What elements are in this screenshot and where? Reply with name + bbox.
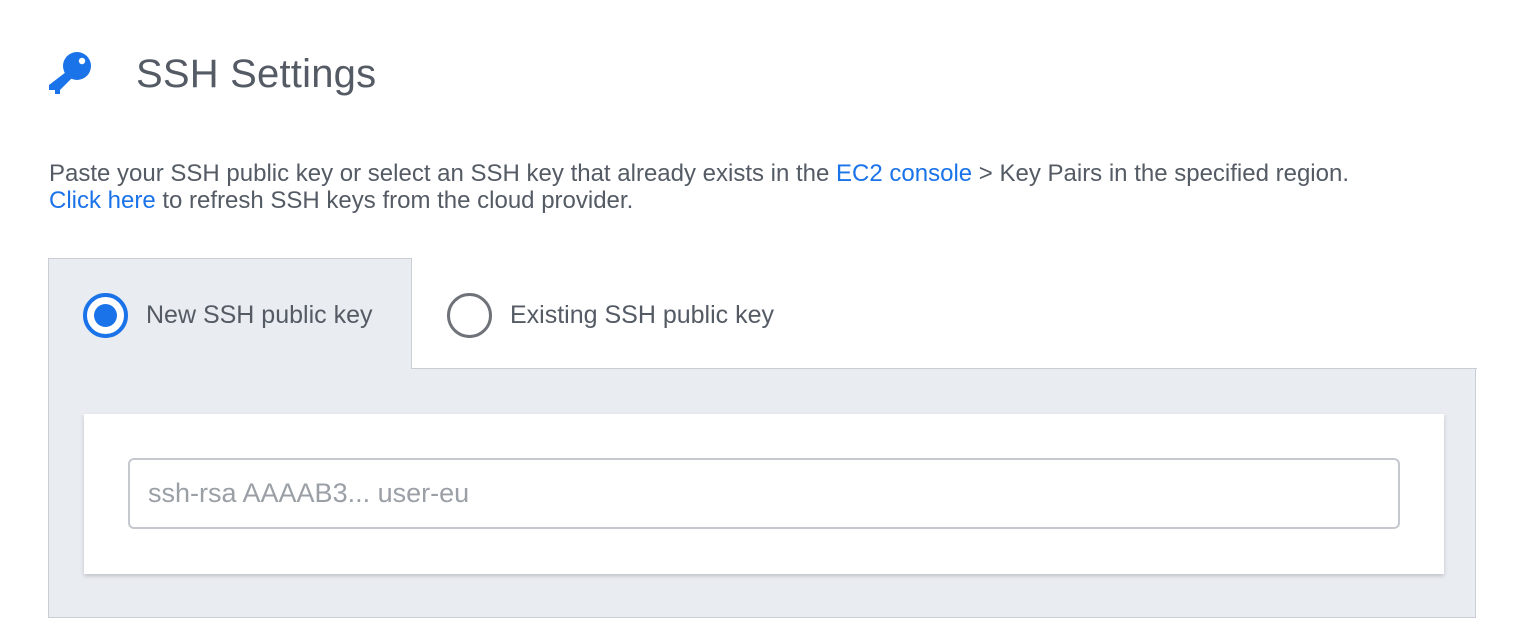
existing-ssh-key-radio[interactable] xyxy=(447,293,492,338)
ssh-key-card xyxy=(84,414,1444,574)
ec2-console-link[interactable]: EC2 console xyxy=(836,160,972,187)
page-header: SSH Settings xyxy=(46,48,376,100)
key-icon xyxy=(49,52,91,94)
new-ssh-key-option[interactable]: New SSH public key xyxy=(83,293,372,338)
divider xyxy=(411,368,1477,369)
ssh-description: Paste your SSH public key or select an S… xyxy=(49,160,1489,214)
new-ssh-key-radio[interactable] xyxy=(83,293,128,338)
description-text: > Key Pairs in the specified region. xyxy=(972,160,1349,187)
existing-ssh-key-label[interactable]: Existing SSH public key xyxy=(510,301,774,330)
new-ssh-key-label[interactable]: New SSH public key xyxy=(146,301,372,330)
description-text: Paste your SSH public key or select an S… xyxy=(49,160,837,187)
description-text: to refresh SSH keys from the cloud provi… xyxy=(155,187,634,214)
existing-ssh-key-option[interactable]: Existing SSH public key xyxy=(447,293,774,338)
ssh-public-key-input[interactable] xyxy=(128,458,1400,529)
page-title: SSH Settings xyxy=(136,51,377,96)
refresh-ssh-keys-link[interactable]: Click here xyxy=(49,187,156,214)
